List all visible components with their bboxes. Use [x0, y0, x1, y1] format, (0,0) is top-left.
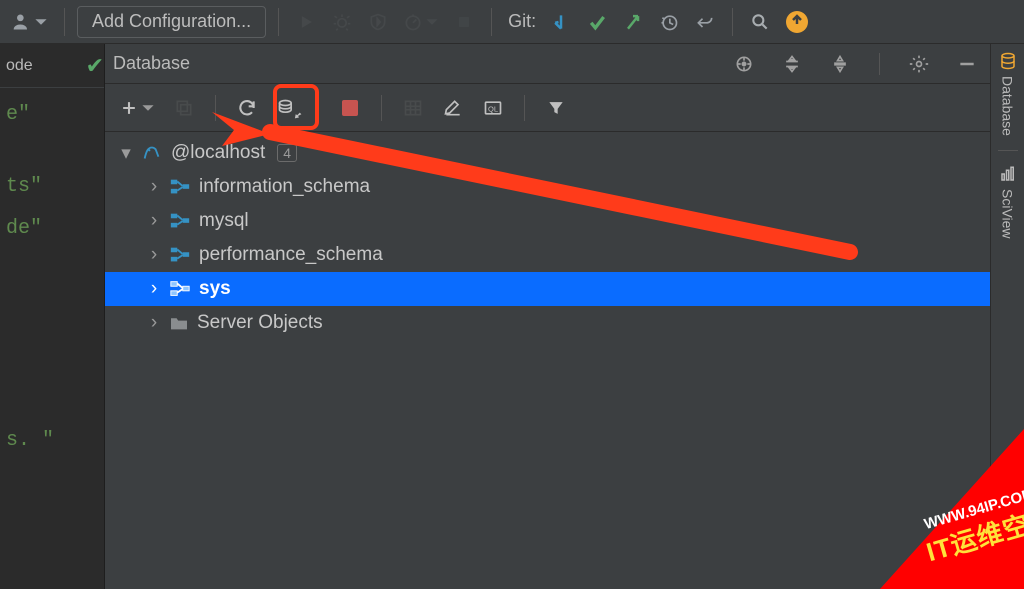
- main-toolbar: Add Configuration... Git:: [0, 0, 1024, 44]
- expand-all-button[interactable]: [777, 49, 807, 79]
- database-icon: [999, 52, 1017, 70]
- deactivate-button[interactable]: [335, 93, 365, 123]
- editor-tab-name-fragment[interactable]: ode: [6, 57, 33, 75]
- schema-label: mysql: [199, 210, 249, 232]
- chevron-right-icon[interactable]: ›: [147, 312, 161, 334]
- debug-button[interactable]: [327, 7, 357, 37]
- schema-node-selected[interactable]: › sys: [105, 272, 990, 306]
- run-configuration-selector[interactable]: Add Configuration...: [77, 6, 266, 38]
- code-line: e": [0, 94, 104, 136]
- code-line: ts": [0, 166, 104, 208]
- schema-node[interactable]: › performance_schema: [105, 238, 990, 272]
- git-rollback-button[interactable]: [690, 7, 720, 37]
- schema-label: performance_schema: [199, 244, 383, 266]
- schema-node[interactable]: › mysql: [105, 204, 990, 238]
- chevron-right-icon[interactable]: ›: [147, 244, 161, 266]
- chevron-right-icon[interactable]: ›: [147, 176, 161, 198]
- code-fragment: e" ts" de" s. ": [0, 88, 104, 462]
- datasource-label: @localhost: [171, 142, 265, 164]
- new-datasource-button[interactable]: [115, 93, 159, 123]
- git-label: Git:: [508, 11, 536, 32]
- profile-button[interactable]: [399, 7, 443, 37]
- separator: [278, 8, 279, 36]
- ide-update-button[interactable]: [781, 7, 813, 37]
- panel-settings-button[interactable]: [904, 49, 934, 79]
- separator: [879, 53, 880, 75]
- git-update-button[interactable]: [546, 7, 576, 37]
- duplicate-datasource-button[interactable]: [169, 93, 199, 123]
- right-tab-sciview[interactable]: SciView: [999, 165, 1017, 239]
- schema-count-badge: 4: [277, 144, 297, 162]
- database-panel-header: Database: [105, 44, 990, 84]
- refresh-button[interactable]: [232, 93, 262, 123]
- schema-label: sys: [199, 278, 231, 300]
- database-panel-title: Database: [113, 53, 190, 74]
- right-tab-database-label: Database: [1000, 76, 1016, 136]
- git-commit-button[interactable]: [582, 7, 612, 37]
- code-line: s. ": [0, 420, 104, 462]
- inspection-ok-icon[interactable]: ✔: [86, 53, 104, 79]
- right-tab-sciview-label: SciView: [1000, 189, 1016, 239]
- edit-data-button[interactable]: [438, 93, 468, 123]
- server-objects-label: Server Objects: [197, 312, 323, 334]
- separator: [524, 95, 525, 121]
- separator: [732, 8, 733, 36]
- git-history-button[interactable]: [654, 7, 684, 37]
- code-line: de": [0, 208, 104, 250]
- schema-icon: [169, 245, 191, 265]
- jump-to-query-console-button[interactable]: QL: [478, 93, 508, 123]
- separator: [318, 95, 319, 121]
- run-button[interactable]: [291, 7, 321, 37]
- scroll-from-source-button[interactable]: [729, 49, 759, 79]
- table-editor-button[interactable]: [398, 93, 428, 123]
- schema-icon: [169, 211, 191, 231]
- schema-label: information_schema: [199, 176, 370, 198]
- database-tool-window: Database: [105, 44, 990, 589]
- separator: [998, 150, 1018, 151]
- separator: [215, 95, 216, 121]
- separator: [381, 95, 382, 121]
- schema-node[interactable]: › information_schema: [105, 170, 990, 204]
- right-tab-database[interactable]: Database: [999, 52, 1017, 136]
- editor-tab-row: ode ✔: [0, 44, 104, 88]
- server-objects-node[interactable]: › Server Objects: [105, 306, 990, 340]
- add-config-label: Add Configuration...: [92, 11, 251, 32]
- chevron-right-icon[interactable]: ›: [147, 210, 161, 232]
- git-push-button[interactable]: [618, 7, 648, 37]
- chevron-down-icon[interactable]: ▾: [119, 142, 133, 165]
- editor-area-fragment: ode ✔ e" ts" de" s. ": [0, 44, 105, 589]
- database-toolbar: QL: [105, 84, 990, 132]
- user-menu-button[interactable]: [8, 7, 52, 37]
- chevron-right-icon[interactable]: ›: [147, 278, 161, 300]
- right-tool-rail: Database SciView: [990, 44, 1024, 589]
- separator: [491, 8, 492, 36]
- separator: [64, 8, 65, 36]
- datasource-node[interactable]: ▾ @localhost 4: [105, 136, 990, 170]
- stop-icon: [342, 100, 358, 116]
- mysql-datasource-icon: [141, 142, 163, 164]
- stop-button[interactable]: [449, 7, 479, 37]
- data-source-properties-button[interactable]: [272, 93, 302, 123]
- schema-icon: [169, 177, 191, 197]
- sciview-icon: [999, 165, 1017, 183]
- folder-icon: [169, 315, 189, 331]
- search-everywhere-button[interactable]: [745, 7, 775, 37]
- filter-button[interactable]: [541, 93, 571, 123]
- database-tree[interactable]: ▾ @localhost 4 › information_schema › my…: [105, 132, 990, 589]
- schema-icon: [169, 279, 191, 299]
- svg-text:QL: QL: [488, 104, 498, 113]
- run-coverage-button[interactable]: [363, 7, 393, 37]
- hide-panel-button[interactable]: [952, 49, 982, 79]
- collapse-all-button[interactable]: [825, 49, 855, 79]
